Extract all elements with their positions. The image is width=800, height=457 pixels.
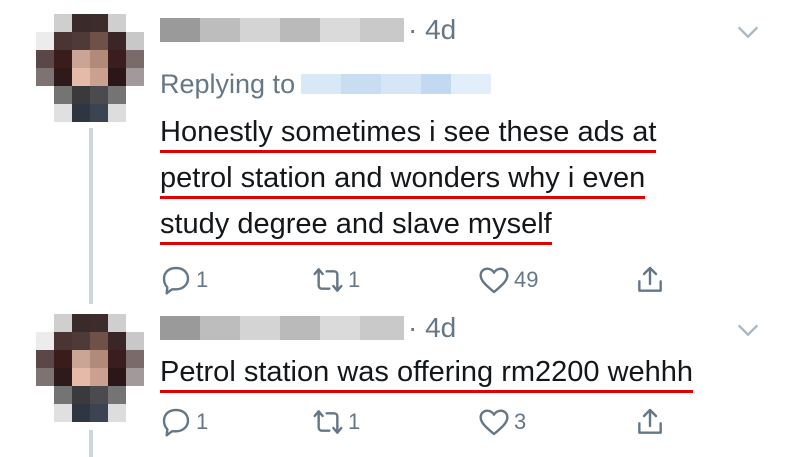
retweet-icon [313, 410, 343, 434]
like-button[interactable]: 3 [478, 406, 526, 438]
avatar[interactable] [36, 14, 144, 122]
share-icon [638, 408, 662, 434]
tweet-text: Petrol station was offering rm2200 wehhh [160, 352, 780, 398]
chevron-down-icon[interactable] [734, 316, 762, 344]
share-button[interactable] [634, 406, 666, 438]
tweet[interactable]: · 4d Petrol station was offering rm2200 … [160, 308, 780, 446]
reply-count: 1 [196, 267, 209, 292]
retweet-count: 1 [348, 409, 361, 434]
tweet-actions: 1 1 49 [160, 264, 780, 304]
tweet-text-line: Honestly sometimes i see these ads at [160, 114, 657, 153]
retweet-button[interactable]: 1 [312, 264, 360, 296]
redacted-user-name[interactable] [160, 18, 404, 42]
reply-button[interactable]: 1 [160, 264, 208, 296]
reply-button[interactable]: 1 [160, 406, 208, 438]
chevron-down-icon[interactable] [734, 18, 762, 46]
heart-icon [479, 267, 509, 294]
tweet-text-line: Petrol station was offering rm2200 wehhh [160, 354, 694, 393]
share-icon [638, 266, 662, 292]
tweet[interactable]: · 4d Replying to Honestly sometimes i se… [160, 10, 780, 304]
thread-line-top [89, 128, 93, 304]
redacted-user-name[interactable] [160, 316, 404, 340]
tweet-header: · 4d [160, 10, 780, 50]
tweet-text: Honestly sometimes i see these ads at pe… [160, 112, 780, 250]
tweet-timestamp[interactable]: · 4d [408, 312, 456, 344]
share-button[interactable] [634, 264, 666, 296]
reply-icon [162, 266, 190, 295]
tweet-timestamp[interactable]: · 4d [408, 14, 456, 46]
tweet-actions: 1 1 3 [160, 406, 780, 446]
heart-icon [479, 409, 509, 436]
tweet-text-line: petrol station and wonders why i even [160, 160, 646, 199]
replying-to: Replying to [160, 64, 780, 104]
replying-to-label: Replying to [160, 68, 296, 99]
avatar[interactable] [36, 314, 144, 422]
reply-count: 1 [196, 409, 209, 434]
like-count: 49 [514, 267, 539, 292]
retweet-icon [313, 268, 343, 292]
thread-line-bottom [89, 430, 93, 457]
reply-icon [162, 408, 190, 437]
tweet-text-line: study degree and slave myself [160, 206, 552, 245]
like-count: 3 [514, 409, 527, 434]
retweet-button[interactable]: 1 [312, 406, 360, 438]
tweet-header: · 4d [160, 308, 780, 348]
like-button[interactable]: 49 [478, 264, 538, 296]
redacted-reply-handle[interactable] [301, 74, 492, 94]
retweet-count: 1 [348, 267, 361, 292]
